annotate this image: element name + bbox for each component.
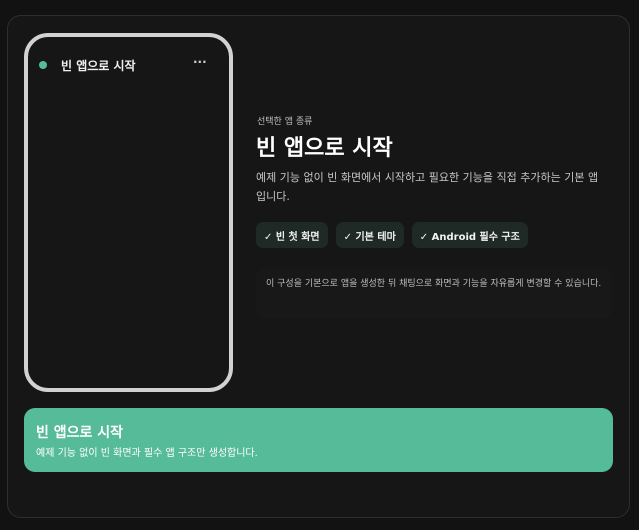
page-title: 빈 앱으로 시작 — [256, 136, 393, 161]
feature-chips: ✓ 빈 첫 화면 ✓ 기본 테마 ✓ Android 필수 구조 — [256, 222, 528, 248]
feature-chip-android-structure: ✓ Android 필수 구조 — [411, 222, 528, 248]
template-description: 예제 기능 없이 빈 화면에서 시작하고 필요한 기능을 직접 추가하는 기본 … — [256, 171, 599, 203]
start-blank-app-button[interactable]: 빈 앱으로 시작 예제 기능 없이 빈 화면과 필수 앱 구조만 생성합니다. — [24, 408, 613, 472]
more-options-icon[interactable]: ··· — [193, 55, 207, 69]
selected-app-type-label: 선택한 앱 종류 — [257, 117, 313, 127]
start-button-title: 빈 앱으로 시작 — [36, 425, 124, 441]
feature-chip-default-theme: ✓ 기본 테마 — [335, 222, 404, 248]
start-button-subtitle: 예제 기능 없이 빈 화면과 필수 앱 구조만 생성합니다. — [36, 448, 258, 459]
status-dot-icon — [39, 61, 47, 69]
phone-preview: 빈 앱으로 시작 ··· — [24, 33, 233, 392]
preview-app-title: 빈 앱으로 시작 — [61, 59, 136, 73]
feature-chip-blank-screen: ✓ 빈 첫 화면 — [256, 222, 328, 248]
info-note: 이 구성을 기본으로 앱을 생성한 뒤 채팅으로 화면과 기능을 자유롭게 변경… — [256, 268, 612, 318]
